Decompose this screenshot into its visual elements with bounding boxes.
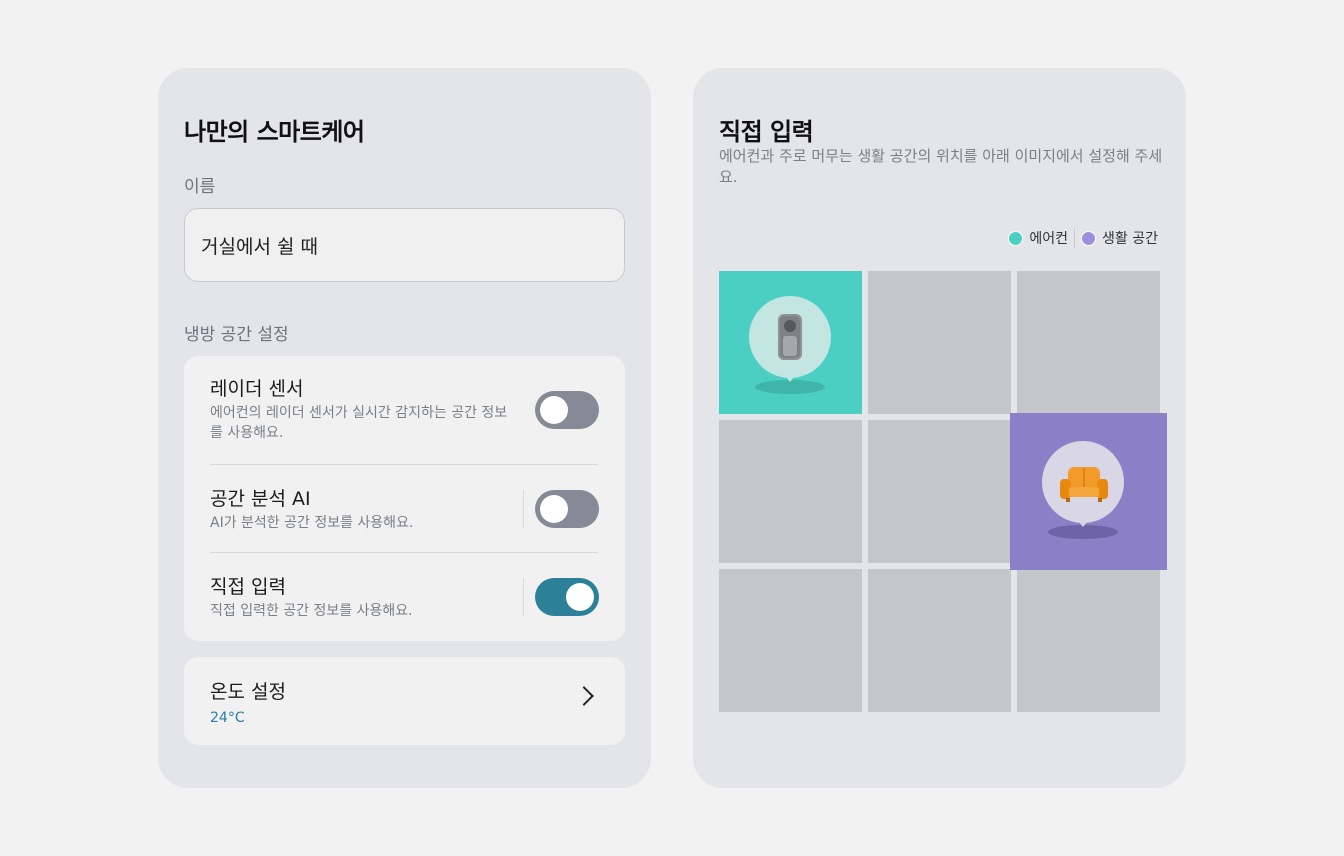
grid-cell[interactable] — [868, 271, 1011, 414]
pin-shadow — [1048, 525, 1118, 539]
manual-input-toggle[interactable] — [535, 578, 599, 616]
manual-input-desc: 직접 입력한 공간 정보를 사용해요. — [210, 603, 413, 619]
name-label: 이름 — [184, 177, 216, 197]
toggle-knob — [540, 396, 568, 424]
pin-tail — [1072, 513, 1094, 527]
smartcare-settings-panel: 나만의 스마트케어 이름 거실에서 쉴 때 냉방 공간 설정 레이더 센서 에어… — [158, 68, 651, 788]
panel-subtitle: 에어컨과 주로 머무는 생활 공간의 위치를 아래 이미지에서 설정해 주세요. — [719, 147, 1163, 186]
toggle-knob — [566, 583, 594, 611]
sofa-icon — [1060, 467, 1108, 502]
toggle-knob — [540, 495, 568, 523]
radar-sensor-desc: 에어컨의 레이더 센서가 실시간 감지하는 공간 정보를 사용해요. — [210, 405, 508, 441]
pin-tail — [779, 368, 801, 382]
ac-legend-label: 에어컨 — [1029, 231, 1069, 247]
temperature-value: 24°C — [210, 710, 245, 726]
radar-sensor-toggle[interactable] — [535, 391, 599, 429]
divider — [210, 464, 598, 465]
page-title: 나만의 스마트케어 — [184, 118, 365, 146]
legend-separator — [1074, 228, 1076, 248]
divider — [210, 552, 598, 553]
cooling-space-label: 냉방 공간 설정 — [184, 325, 289, 345]
separator — [523, 490, 524, 528]
legend: 에어컨 생활 공간 — [1008, 228, 1158, 248]
name-input[interactable]: 거실에서 쉴 때 — [184, 208, 625, 282]
grid-cell[interactable] — [868, 569, 1011, 712]
living-legend-dot — [1081, 230, 1097, 246]
manual-input-panel: 직접 입력 에어컨과 주로 머무는 생활 공간의 위치를 아래 이미지에서 설정… — [693, 68, 1186, 788]
temperature-row: 온도 설정 24°C — [210, 677, 598, 726]
grid-cell[interactable] — [868, 420, 1011, 563]
pin-shadow — [755, 380, 825, 394]
space-ai-toggle[interactable] — [535, 490, 599, 528]
temperature-title: 온도 설정 — [210, 681, 286, 703]
ac-legend-dot — [1008, 230, 1024, 246]
air-conditioner-icon — [778, 314, 802, 360]
living-legend-label: 생활 공간 — [1102, 231, 1158, 247]
grid-cell[interactable] — [1017, 569, 1160, 712]
temperature-setting-card[interactable]: 온도 설정 24°C — [184, 657, 625, 745]
panel-title: 직접 입력 — [719, 118, 814, 146]
cooling-settings-card: 레이더 센서 에어컨의 레이더 센서가 실시간 감지하는 공간 정보를 사용해요… — [184, 356, 625, 641]
separator — [523, 578, 524, 616]
space-ai-desc: AI가 분석한 공간 정보를 사용해요. — [210, 515, 414, 531]
grid-cell[interactable] — [1017, 271, 1160, 414]
room-grid — [719, 271, 1167, 712]
grid-cell[interactable] — [719, 420, 862, 563]
grid-cell[interactable] — [719, 569, 862, 712]
